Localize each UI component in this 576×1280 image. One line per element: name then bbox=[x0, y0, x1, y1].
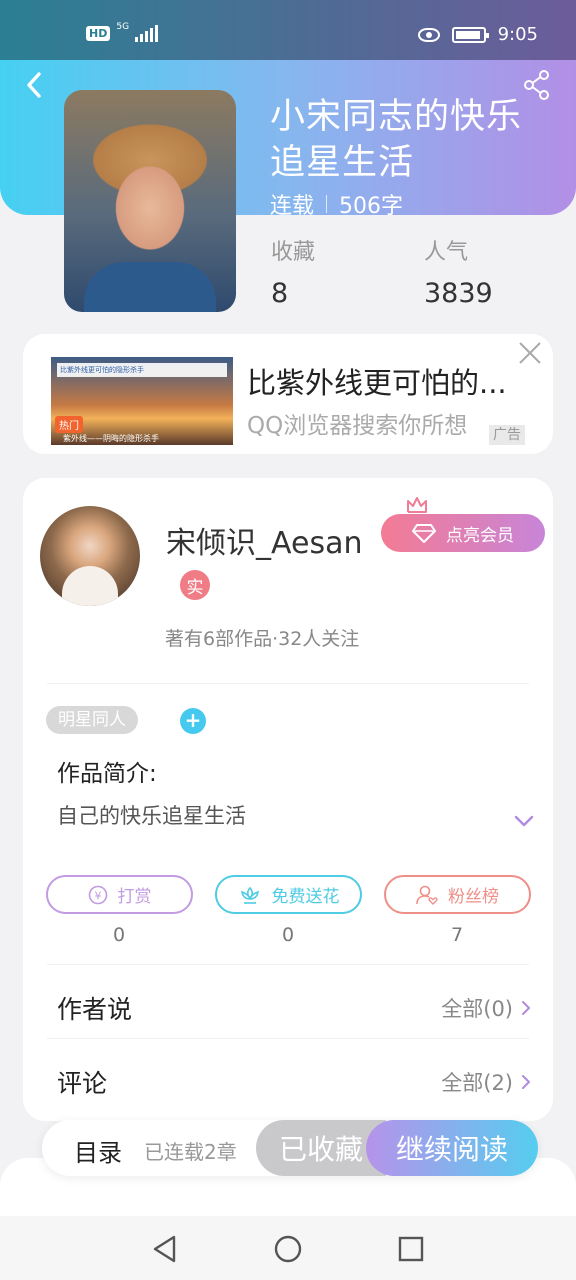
popularity-label: 人气 bbox=[424, 240, 469, 265]
ad-thumb-hot: 热门 bbox=[55, 416, 83, 433]
divider bbox=[47, 683, 529, 684]
reward-button[interactable]: ¥ 打赏 bbox=[46, 875, 193, 914]
fan-count: 7 bbox=[450, 924, 464, 946]
ad-subtitle: QQ浏览器搜索你所想 bbox=[247, 413, 468, 439]
fan-icon bbox=[416, 885, 438, 905]
close-icon[interactable] bbox=[517, 340, 543, 366]
crown-icon bbox=[407, 497, 427, 513]
ad-card[interactable]: 比紫外线更可怕的隐形杀手 热门 紫外线——阴晦的隐形杀手 比紫外线更可怕的...… bbox=[23, 334, 553, 454]
nav-recents-icon[interactable] bbox=[396, 1234, 426, 1264]
author-says-label: 作者说 bbox=[57, 995, 133, 1024]
flower-count: 0 bbox=[281, 924, 295, 946]
intro-text: 自己的快乐追星生活 bbox=[57, 804, 246, 828]
divider bbox=[47, 1038, 529, 1039]
vip-button[interactable]: 点亮会员 bbox=[381, 514, 545, 552]
author-stats: 著有6部作品·32人关注 bbox=[165, 628, 360, 650]
add-tag-button[interactable]: + bbox=[180, 708, 206, 734]
chevron-right-icon bbox=[522, 1001, 530, 1015]
vip-label: 点亮会员 bbox=[446, 525, 514, 546]
divider bbox=[47, 964, 529, 965]
ad-title: 比紫外线更可怕的... bbox=[247, 366, 507, 400]
genre-tag[interactable]: 明星同人 bbox=[46, 706, 138, 734]
favorites-stat: 收藏 8 bbox=[271, 234, 315, 309]
continue-reading-button[interactable]: 继续阅读 bbox=[366, 1120, 538, 1176]
chevron-right-icon bbox=[522, 1075, 530, 1089]
popularity-value: 3839 bbox=[424, 278, 493, 309]
back-icon[interactable] bbox=[22, 70, 52, 100]
reward-label: 打赏 bbox=[117, 887, 152, 907]
coin-icon: ¥ bbox=[88, 885, 107, 904]
status-bar: HD 5G 9:05 bbox=[0, 0, 576, 60]
nav-home-icon[interactable] bbox=[273, 1234, 303, 1264]
svg-text:¥: ¥ bbox=[94, 889, 101, 902]
avatar[interactable] bbox=[40, 506, 140, 606]
word-count: 506字 bbox=[339, 194, 404, 219]
ad-thumb-search: 比紫外线更可怕的隐形杀手 bbox=[57, 363, 227, 377]
favorites-value: 8 bbox=[271, 278, 289, 309]
clock: 9:05 bbox=[497, 24, 538, 45]
network-label: 5G bbox=[116, 22, 130, 32]
fan-ranking-label: 粉丝榜 bbox=[448, 887, 499, 907]
reward-count: 0 bbox=[112, 924, 126, 946]
nav-back-icon[interactable] bbox=[150, 1234, 180, 1264]
signal-icon bbox=[135, 24, 159, 42]
chevron-down-icon[interactable] bbox=[513, 814, 535, 828]
status-right: 9:05 bbox=[417, 24, 538, 45]
send-flower-button[interactable]: 免费送花 bbox=[215, 875, 362, 914]
ad-tag: 广告 bbox=[489, 425, 525, 445]
system-nav-bar bbox=[0, 1216, 576, 1280]
book-title: 小宋同志的快乐追星生活 bbox=[270, 97, 523, 183]
read-bar: 目录 已连载2章 已收藏 继续阅读 bbox=[42, 1120, 538, 1176]
chapter-status: 已连载2章 bbox=[144, 1140, 237, 1164]
serial-status: 连载 bbox=[270, 194, 315, 219]
eye-icon bbox=[417, 27, 440, 42]
favorites-label: 收藏 bbox=[271, 240, 316, 265]
intro-label: 作品简介: bbox=[57, 761, 157, 787]
meta-divider bbox=[326, 195, 328, 213]
toc-button[interactable]: 目录 bbox=[74, 1133, 122, 1168]
author-says-all[interactable]: 全部(0) bbox=[441, 993, 531, 1023]
popularity-stat: 人气 3839 bbox=[424, 234, 493, 309]
comments-all[interactable]: 全部(2) bbox=[441, 1067, 531, 1097]
ad-thumbnail: 比紫外线更可怕的隐形杀手 热门 紫外线——阴晦的隐形杀手 bbox=[51, 357, 233, 445]
author-says-count: 全部(0) bbox=[441, 997, 513, 1021]
ad-thumb-caption: 紫外线——阴晦的隐形杀手 bbox=[63, 434, 159, 443]
status-left: HD 5G bbox=[86, 22, 159, 42]
send-flower-label: 免费送花 bbox=[271, 887, 340, 907]
book-cover[interactable] bbox=[64, 90, 236, 312]
author-name[interactable]: 宋倾识_Aesan bbox=[166, 518, 362, 562]
verified-badge: 实 bbox=[180, 570, 210, 600]
book-meta: 连载 506字 bbox=[270, 188, 403, 220]
diamond-icon bbox=[412, 524, 436, 543]
author-card: 宋倾识_Aesan 点亮会员 实 著有6部作品·32人关注 明星同人 + 作品简… bbox=[23, 478, 553, 1121]
comments-label: 评论 bbox=[57, 1069, 108, 1098]
comments-count: 全部(2) bbox=[441, 1071, 513, 1095]
battery-icon bbox=[451, 26, 489, 43]
hd-badge: HD bbox=[86, 25, 111, 41]
fan-ranking-button[interactable]: 粉丝榜 bbox=[384, 875, 531, 914]
flower-icon bbox=[240, 886, 259, 904]
